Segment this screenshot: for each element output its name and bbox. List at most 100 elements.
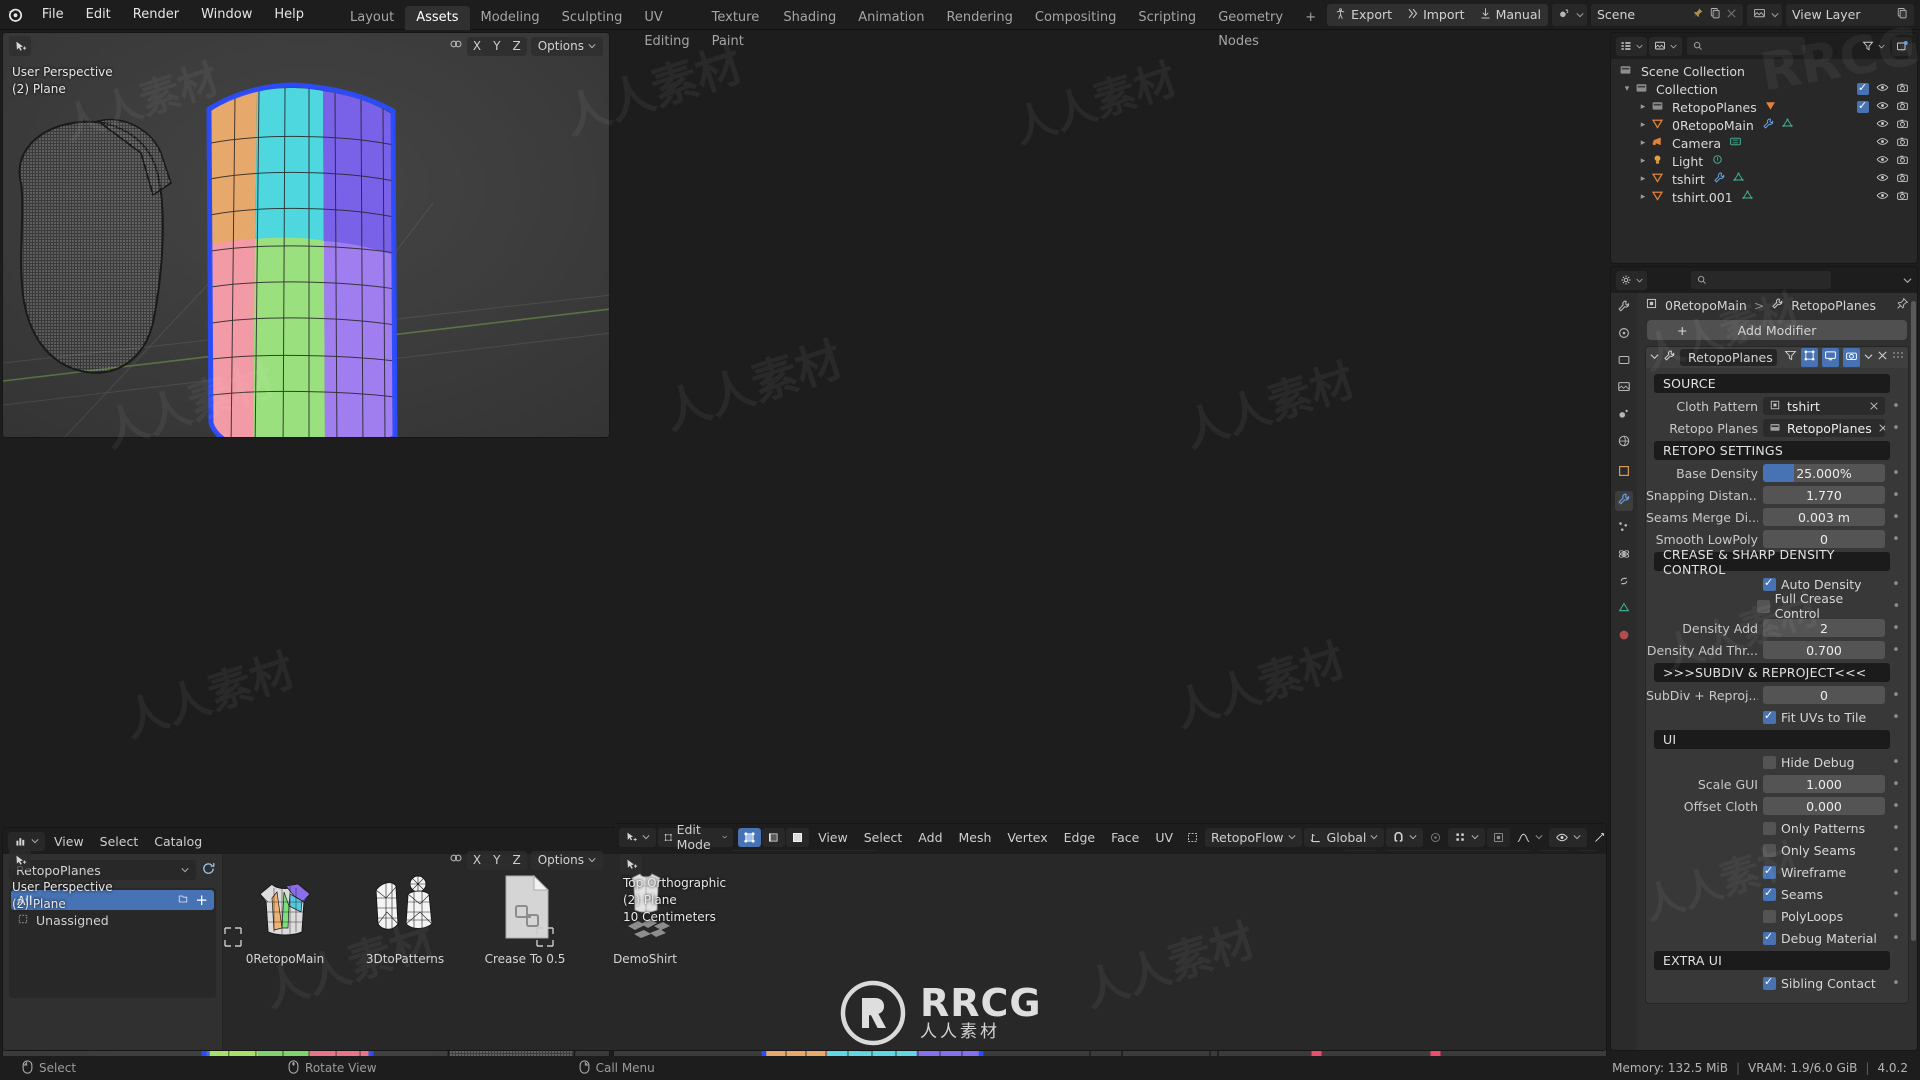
asset-item-0retopomain[interactable]: 0RetopoMain [241, 868, 329, 966]
wireframe-checkbox[interactable] [1763, 864, 1776, 879]
base-density-slider[interactable]: 25.000% [1763, 464, 1885, 482]
collection-exclude-checkbox[interactable] [1857, 81, 1869, 95]
tab-render-icon[interactable] [1617, 326, 1631, 344]
disclosure-triangle-icon[interactable]: ▸ [1637, 120, 1649, 130]
smooth-lowpoly-value[interactable]: 0 [1763, 530, 1885, 548]
tab-constraints-icon[interactable] [1617, 574, 1631, 592]
viewport-options-button-bl[interactable]: Options [530, 850, 603, 870]
animate-property-dot[interactable]: • [1890, 822, 1902, 835]
modifier-panel[interactable]: RetopoPlanes SOURCE Cloth Pattern tshirt… [1645, 346, 1909, 1004]
tab-particles-icon[interactable] [1617, 520, 1631, 538]
modifier-realtime-icon[interactable] [1822, 348, 1839, 367]
animate-property-dot[interactable]: • [1890, 511, 1902, 524]
asset-item-crease-to-05[interactable]: Crease To 0.5 [481, 868, 569, 966]
polyloops-checkbox[interactable] [1763, 909, 1776, 923]
tab-layout[interactable]: Layout [339, 6, 405, 30]
animate-property-dot[interactable]: • [1890, 533, 1902, 546]
modifier-name-field[interactable]: RetopoPlanes [1680, 349, 1777, 366]
asset-grid[interactable]: 0RetopoMain 3DtoPatterns Crease To 0.5 D… [223, 854, 1606, 1050]
outliner[interactable]: Scene Collection ▾ Collection ✓ ▸ Retopo… [1610, 32, 1918, 264]
cursor-tool-icon[interactable] [9, 36, 31, 56]
outliner-tree[interactable]: Scene Collection ▾ Collection ✓ ▸ Retopo… [1611, 59, 1917, 263]
breadcrumb-object[interactable]: 0RetopoMain [1665, 298, 1747, 313]
blender-logo-icon[interactable] [0, 0, 31, 30]
mesh-data-icon[interactable] [1741, 189, 1754, 205]
tab-assets[interactable]: Assets [405, 5, 470, 30]
outliner-row-scene-collection[interactable]: Scene Collection [1611, 62, 1917, 80]
pin-icon[interactable] [1896, 297, 1909, 313]
tab-world-icon[interactable] [1617, 434, 1631, 452]
tab-object-icon[interactable] [1617, 464, 1631, 482]
tab-physics-icon[interactable] [1617, 547, 1631, 565]
add-workspace-button[interactable]: + [1294, 6, 1327, 30]
tab-scripting[interactable]: Scripting [1127, 6, 1207, 30]
sibling-contact-checkbox[interactable] [1763, 975, 1776, 990]
camera-icon[interactable] [1896, 135, 1909, 151]
eye-icon[interactable] [1876, 153, 1889, 169]
drag-handle-icon[interactable] [1892, 350, 1904, 365]
modifier-icon[interactable] [1713, 171, 1726, 187]
camera-icon[interactable] [1896, 99, 1909, 115]
prop-seams-merge-distance[interactable]: Seams Merge Di... 0.003 m • [1646, 507, 1902, 527]
prop-scale-gui[interactable]: Scale GUI 1.000 • [1646, 774, 1902, 794]
eye-icon[interactable] [1876, 189, 1889, 205]
modifier-on-cage-icon[interactable] [1784, 349, 1797, 366]
modifier-icon[interactable] [1762, 117, 1775, 133]
properties-search-input[interactable] [1712, 273, 1858, 287]
overlay-toggle-icon[interactable] [449, 851, 463, 869]
proportional-editing-icon[interactable] [1425, 828, 1446, 847]
viewport-menu-edge[interactable]: Edge [1057, 828, 1102, 847]
scene-name-field[interactable]: Scene [1591, 3, 1743, 26]
viewport-menu-face[interactable]: Face [1104, 828, 1146, 847]
animate-property-dot[interactable]: • [1890, 644, 1902, 657]
camera-icon[interactable] [1896, 81, 1909, 97]
transform-orientation-dropdown[interactable]: Global [1303, 827, 1385, 847]
retopoflow-button[interactable]: RetopoFlow [1205, 827, 1302, 847]
animate-property-dot[interactable]: • [1890, 800, 1902, 813]
debug-material-checkbox[interactable] [1763, 930, 1776, 945]
show-gizmo-icon[interactable] [1589, 828, 1606, 847]
modifier-panel-header[interactable]: RetopoPlanes [1646, 347, 1908, 368]
outliner-row-camera[interactable]: ▸ Camera [1611, 134, 1917, 152]
scene-browse-dropdown[interactable] [1552, 3, 1587, 26]
animate-property-dot[interactable]: • [1891, 600, 1902, 613]
tab-view-layer-icon[interactable] [1617, 380, 1631, 398]
animate-property-dot[interactable]: • [1890, 422, 1902, 435]
camera-icon[interactable] [1896, 171, 1909, 187]
prop-debug-material[interactable]: Debug Material • [1646, 928, 1902, 948]
tab-compositing[interactable]: Compositing [1024, 6, 1128, 30]
fit-uvs-to-tile-checkbox[interactable] [1763, 709, 1776, 724]
collection-exclude-checkbox[interactable] [1857, 99, 1869, 113]
close-icon[interactable] [1877, 350, 1888, 365]
full-crease-control-checkbox[interactable] [1756, 599, 1770, 613]
seams-checkbox[interactable] [1763, 886, 1776, 901]
animate-property-dot[interactable]: • [1890, 866, 1902, 879]
prop-wireframe[interactable]: Wireframe • [1646, 862, 1902, 882]
seams-merge-distance-value[interactable]: 0.003 m [1763, 508, 1885, 526]
light-data-icon[interactable] [1711, 153, 1724, 169]
export-button[interactable]: Export [1327, 4, 1399, 26]
prop-density-add[interactable]: Density Add 2 • [1646, 618, 1902, 638]
tab-shading[interactable]: Shading [772, 6, 847, 30]
properties-tab-rail[interactable] [1611, 293, 1637, 1050]
mesh-data-icon[interactable] [1732, 171, 1745, 187]
breadcrumb-modifier[interactable]: RetopoPlanes [1791, 298, 1876, 313]
tab-animation[interactable]: Animation [847, 6, 935, 30]
viewport-menu-view[interactable]: View [811, 828, 855, 847]
eye-icon[interactable] [1876, 117, 1889, 133]
cloth-pattern-field[interactable]: tshirt [1763, 397, 1885, 415]
outliner-row-retopoplanes[interactable]: ▸ RetopoPlanes [1611, 98, 1917, 116]
pivot-point-icon[interactable] [1487, 827, 1511, 847]
tab-data-icon[interactable] [1617, 601, 1631, 619]
clear-icon[interactable] [1878, 421, 1885, 436]
mesh-data-icon[interactable] [1764, 99, 1777, 115]
auto-density-checkbox[interactable] [1763, 576, 1776, 591]
prop-snapping-distance[interactable]: Snapping Distan... 1.770 • [1646, 485, 1902, 505]
animate-property-dot[interactable]: • [1890, 756, 1902, 769]
prop-base-density[interactable]: Base Density 25.000% • [1646, 463, 1902, 483]
edge-select-mode-button[interactable] [762, 827, 786, 847]
camera-icon[interactable] [1896, 189, 1909, 205]
prop-retopo-planes[interactable]: Retopo Planes RetopoPlanes • [1646, 418, 1902, 438]
scale-gui-value[interactable]: 1.000 [1763, 775, 1885, 793]
animate-property-dot[interactable]: • [1890, 400, 1902, 413]
